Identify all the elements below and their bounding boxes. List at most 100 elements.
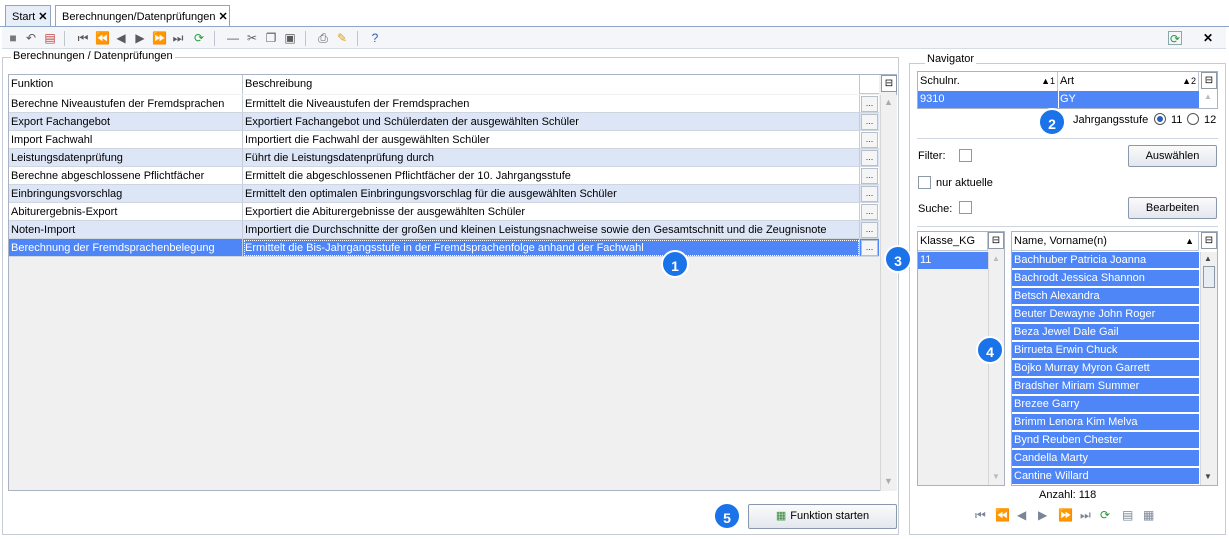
list-item[interactable]: Brezee Garry (1012, 396, 1199, 413)
print-icon[interactable]: ⎙ (316, 31, 330, 45)
list-item[interactable]: Bynd Reuben Chester (1012, 432, 1199, 449)
close-icon[interactable]: ✕ (219, 11, 228, 23)
col-art[interactable]: Art ▲2 (1058, 72, 1199, 91)
list-item[interactable]: Bradsher Miriam Summer (1012, 378, 1199, 395)
row-details-button[interactable]: ... (861, 168, 878, 184)
row-details-button[interactable]: ... (861, 240, 878, 256)
radio-12[interactable] (1187, 113, 1199, 125)
beschreibung-cell: Führt die Leistungsdatenprüfung durch (243, 149, 860, 166)
table-row[interactable]: Berechne abgeschlossene Pflichtfächer Erm… (9, 167, 879, 185)
scroll-up-icon[interactable]: ▲ (992, 254, 1000, 263)
scroll-up-icon[interactable]: ▲ (1204, 92, 1212, 101)
column-chooser-icon[interactable]: ⊟ (1201, 72, 1217, 89)
list-item[interactable]: Candella Marty (1012, 450, 1199, 467)
table-row[interactable]: Noten-Import Importiert die Durchschnitte… (9, 221, 879, 239)
list-item[interactable]: Beuter Dewayne John Roger (1012, 306, 1199, 323)
row-details-button[interactable]: ... (861, 114, 878, 130)
list-item[interactable]: Beza Jewel Dale Gail (1012, 324, 1199, 341)
next-record-icon[interactable]: ▶ (133, 31, 147, 45)
row-details-button[interactable]: ... (861, 204, 878, 220)
table-row[interactable]: Einbringungsvorschlag Ermittelt den optim… (9, 185, 879, 203)
bearbeiten-button[interactable]: Bearbeiten (1128, 197, 1217, 219)
table-row[interactable]: Export Fachangebot Exportiert Fachangebot… (9, 113, 879, 131)
scroll-up-icon[interactable]: ▲ (1204, 254, 1212, 263)
scroll-down-icon[interactable]: ▼ (884, 476, 893, 486)
close-icon[interactable]: ✕ (38, 11, 47, 23)
list-item[interactable]: Bachrodt Jessica Shannon (1012, 270, 1199, 287)
list-item[interactable]: Cantine Willard (1012, 468, 1199, 485)
delete-icon[interactable]: — (226, 31, 240, 45)
radio-11-label: 11 (1171, 114, 1183, 126)
list-item[interactable]: Bachhuber Patricia Joanna (1012, 252, 1199, 269)
row-details-button[interactable]: ... (861, 132, 878, 148)
next-page-icon[interactable]: ⏩ (1058, 508, 1073, 522)
list-item[interactable]: Betsch Alexandra (1012, 288, 1199, 305)
toolbar: ■ ↶ ▤ ⏮ ⏪ ◀ ▶ ⏩ ⏭ ⟳ — ✂ ❐ ▣ ⎙ ✎ ? ⟳ ✕ (2, 27, 1226, 49)
prev-page-icon[interactable]: ⏪ (95, 31, 110, 45)
refresh-icon[interactable]: ⟳ (192, 31, 206, 45)
anzahl-label: Anzahl: 118 (1039, 489, 1097, 501)
scroll-down-icon[interactable]: ▼ (992, 472, 1000, 481)
callout-badge-5: 5 (713, 502, 741, 530)
list-item[interactable]: Bojko Murray Myron Garrett (1012, 360, 1199, 377)
list-view-icon[interactable]: ▤ (1122, 508, 1133, 522)
scroll-down-icon[interactable]: ▼ (1204, 472, 1212, 481)
last-record-icon[interactable]: ⏭ (171, 31, 185, 45)
help-icon[interactable]: ? (368, 31, 382, 45)
prev-record-icon[interactable]: ◀ (114, 31, 128, 45)
row-details-button[interactable]: ... (861, 222, 878, 238)
next-record-icon[interactable]: ▶ (1038, 508, 1047, 522)
table-row[interactable]: Leistungsdatenprüfung Führt die Leistungs… (9, 149, 879, 167)
grid-scrollbar[interactable]: ▲ ▼ (880, 95, 897, 491)
first-record-icon[interactable]: ⏮ (975, 508, 986, 523)
col-klasse[interactable]: Klasse_KG (918, 232, 988, 251)
funktion-starten-button[interactable]: ▦ Funktion starten (748, 504, 897, 529)
paste-icon[interactable]: ▣ (283, 31, 297, 45)
list-item[interactable]: Brimm Lenora Kim Melva (1012, 414, 1199, 431)
row-details-button[interactable]: ... (861, 96, 878, 112)
scroll-up-icon[interactable]: ▲ (884, 97, 893, 107)
prev-page-icon[interactable]: ⏪ (995, 508, 1010, 522)
undo-icon[interactable]: ↶ (24, 31, 38, 45)
table-row[interactable]: Berechnung der Fremdsprachenbelegung Ermi… (9, 239, 879, 257)
nur-aktuelle-checkbox[interactable] (918, 176, 931, 189)
last-record-icon[interactable]: ⏭ (1080, 508, 1091, 523)
auswaehlen-button[interactable]: Auswählen (1128, 145, 1217, 167)
first-record-icon[interactable]: ⏮ (76, 31, 90, 45)
copy-icon[interactable]: ❐ (264, 31, 278, 45)
tab-start[interactable]: Start ✕ (5, 5, 51, 26)
klasse-row[interactable]: 11 (918, 252, 988, 269)
column-chooser-icon[interactable]: ⊟ (881, 75, 897, 92)
filter-checkbox[interactable] (959, 149, 972, 162)
radio-11[interactable] (1154, 113, 1166, 125)
schul-row[interactable]: 9310 GY (918, 91, 1199, 108)
schueler-scrollbar[interactable]: ▲ ▼ (1200, 252, 1217, 485)
row-details-button[interactable]: ... (861, 186, 878, 202)
clean-icon[interactable]: ✎ (335, 31, 349, 45)
col-beschreibung[interactable]: Beschreibung (243, 75, 860, 94)
column-chooser-icon[interactable]: ⊟ (988, 232, 1004, 249)
col-schulnr[interactable]: Schulnr. ▲1 (918, 72, 1058, 91)
table-row[interactable]: Berechne Niveaustufen der Fremdsprachen E… (9, 95, 879, 113)
toolbar-separator (64, 31, 65, 46)
tab-berechnungen[interactable]: Berechnungen/Datenprüfungen ✕ (55, 5, 230, 26)
table-row[interactable]: Abiturergebnis-Export Exportiert die Abit… (9, 203, 879, 221)
column-chooser-icon[interactable]: ⊟ (1201, 232, 1217, 249)
refresh-icon[interactable]: ⟳ (1100, 508, 1110, 522)
list-item[interactable]: Birrueta Erwin Chuck (1012, 342, 1199, 359)
table-view-icon[interactable]: ▦ (1143, 508, 1154, 522)
next-page-icon[interactable]: ⏩ (152, 31, 167, 45)
table-row[interactable]: Import Fachwahl Importiert die Fachwahl d… (9, 131, 879, 149)
col-funktion[interactable]: Funktion (9, 75, 243, 94)
row-details-button[interactable]: ... (861, 150, 878, 166)
save-icon[interactable]: ■ (6, 31, 20, 45)
cut-icon[interactable]: ✂ (245, 31, 259, 45)
sync-icon[interactable]: ⟳ (1168, 31, 1182, 46)
klasse-scrollbar[interactable]: ▲ ▼ (988, 252, 1004, 485)
col-name[interactable]: Name, Vorname(n) ▲ (1012, 232, 1199, 251)
scroll-thumb[interactable] (1203, 266, 1215, 288)
prev-record-icon[interactable]: ◀ (1017, 508, 1026, 522)
form-icon[interactable]: ▤ (43, 31, 57, 45)
close-icon[interactable]: ✕ (1201, 31, 1215, 45)
suche-checkbox[interactable] (959, 201, 972, 214)
